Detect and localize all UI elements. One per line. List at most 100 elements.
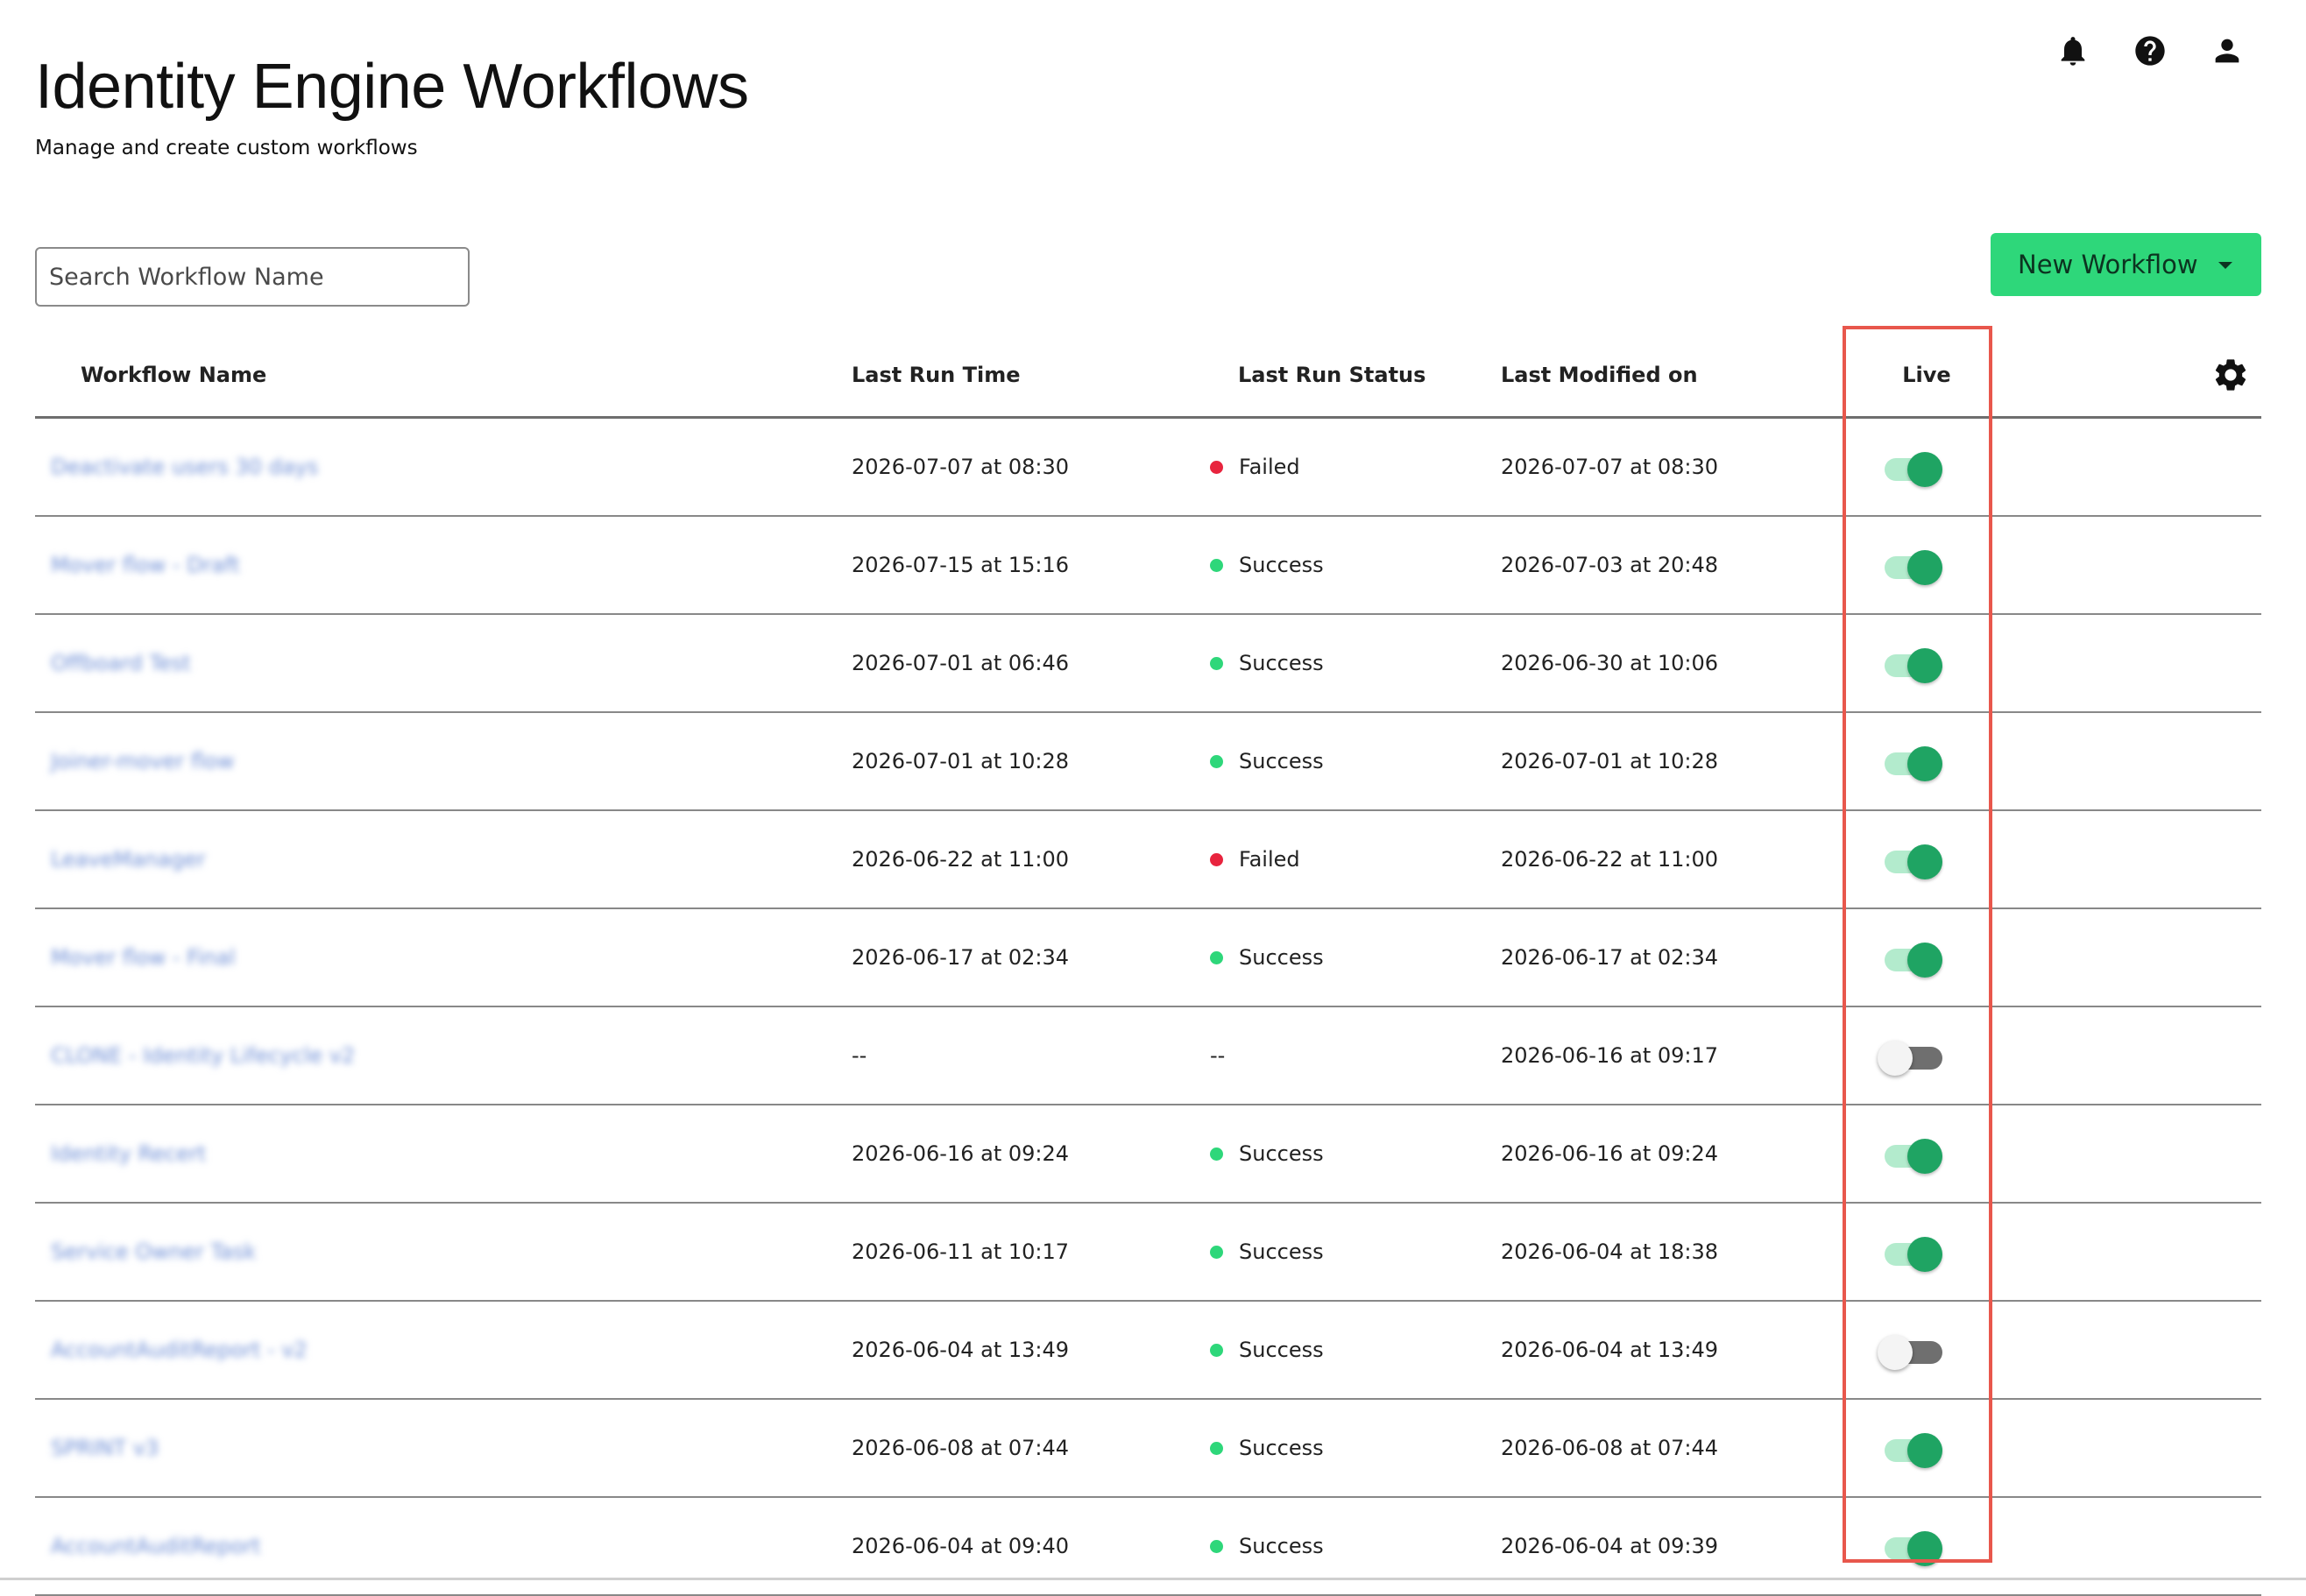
new-workflow-button[interactable]: New Workflow xyxy=(1991,233,2261,296)
last-modified: 2026-07-03 at 20:48 xyxy=(1501,553,1719,577)
last-modified: 2026-06-08 at 07:44 xyxy=(1501,1436,1719,1460)
status-label: Success xyxy=(1239,1338,1324,1362)
last-modified: 2026-06-30 at 10:06 xyxy=(1501,651,1719,675)
status-dot-icon xyxy=(1210,460,1223,474)
status-label: Success xyxy=(1239,1141,1324,1166)
workflow-name-link[interactable]: Joiner-mover flow xyxy=(51,713,234,809)
status-label: Success xyxy=(1239,553,1324,577)
toggle-knob xyxy=(1878,1041,1913,1076)
last-run-status: Success xyxy=(1210,713,1324,809)
workflow-name-link[interactable]: Service Owner Task xyxy=(51,1204,256,1300)
status-dot-icon xyxy=(1210,558,1223,572)
toggle-knob xyxy=(1907,1237,1942,1272)
workflow-name-link[interactable]: Mover flow - Draft xyxy=(51,517,240,613)
live-toggle[interactable] xyxy=(1878,1326,1948,1374)
last-modified: 2026-06-16 at 09:17 xyxy=(1501,1043,1719,1068)
live-toggle[interactable] xyxy=(1878,1522,1948,1570)
status-label: Success xyxy=(1239,651,1324,675)
last-run-time: 2026-06-04 at 13:49 xyxy=(852,1338,1070,1362)
workflow-name-link[interactable]: SPRINT v3 xyxy=(51,1400,159,1496)
table-row[interactable]: Mover flow - Final 2026-06-17 at 02:34 Suc… xyxy=(35,909,2261,1007)
toggle-knob xyxy=(1878,1335,1913,1370)
last-run-time: -- xyxy=(852,1043,867,1068)
live-toggle[interactable] xyxy=(1878,1228,1948,1275)
last-run-status: Failed xyxy=(1210,811,1300,907)
header-last-modified[interactable]: Last Modified on xyxy=(1501,335,1698,416)
last-modified: 2026-06-04 at 13:49 xyxy=(1501,1338,1719,1362)
status-label: Failed xyxy=(1239,455,1300,479)
workflow-name-link[interactable]: Identity Recert xyxy=(51,1105,206,1202)
workflow-name-link[interactable]: Mover flow - Final xyxy=(51,909,236,1006)
help-icon[interactable] xyxy=(2133,30,2168,72)
table-row[interactable]: LeaveManager 2026-06-22 at 11:00 Failed 202… xyxy=(35,811,2261,909)
last-run-time: 2026-07-01 at 10:28 xyxy=(852,749,1070,773)
table-row[interactable]: SPRINT v3 2026-06-08 at 07:44 Success 2026-… xyxy=(35,1400,2261,1498)
live-toggle[interactable] xyxy=(1878,639,1948,687)
last-run-time: 2026-06-08 at 07:44 xyxy=(852,1436,1070,1460)
table-row[interactable]: Service Owner Task 2026-06-11 at 10:17 Suc… xyxy=(35,1204,2261,1302)
workflow-name-link[interactable]: Offboard Test xyxy=(51,615,191,711)
toggle-knob xyxy=(1907,452,1942,487)
toggle-knob xyxy=(1907,746,1942,781)
table-header: Workflow Name Last Run Time Last Run Sta… xyxy=(35,335,2261,419)
header-last-run-status[interactable]: Last Run Status xyxy=(1238,335,1425,416)
workflow-name-link[interactable]: AccountAuditReport - v2 xyxy=(51,1302,308,1398)
table-row[interactable]: Mover flow - Draft 2026-07-15 at 15:16 Suc… xyxy=(35,517,2261,615)
live-toggle[interactable] xyxy=(1878,541,1948,589)
last-run-status: Success xyxy=(1210,615,1324,711)
header-last-run-time[interactable]: Last Run Time xyxy=(852,335,1021,416)
table-row[interactable]: Deactivate users 30 days 2026-07-07 at 08… xyxy=(35,419,2261,517)
page-subtitle: Manage and create custom workflows xyxy=(35,137,418,159)
status-dot-icon xyxy=(1210,1343,1223,1357)
last-run-status: Success xyxy=(1210,517,1324,613)
status-dot-icon xyxy=(1210,1147,1223,1161)
table-row[interactable]: Joiner-mover flow 2026-07-01 at 10:28 Succ… xyxy=(35,713,2261,811)
status-label: Success xyxy=(1239,1436,1324,1460)
gear-icon[interactable] xyxy=(2211,356,2250,394)
status-dot-icon xyxy=(1210,656,1223,670)
caret-down-icon xyxy=(2218,262,2232,269)
header-live[interactable]: Live xyxy=(1887,335,1966,416)
user-icon[interactable] xyxy=(2210,30,2245,72)
live-toggle[interactable] xyxy=(1878,1424,1948,1472)
last-run-time: 2026-06-22 at 11:00 xyxy=(852,847,1070,872)
live-toggle[interactable] xyxy=(1878,1032,1948,1079)
toggle-knob xyxy=(1907,550,1942,585)
status-label: Failed xyxy=(1239,847,1300,872)
table-body: Deactivate users 30 days 2026-07-07 at 08… xyxy=(35,419,2261,1596)
status-label: Success xyxy=(1239,945,1324,970)
table-row[interactable]: Identity Recert 2026-06-16 at 09:24 Succes… xyxy=(35,1105,2261,1204)
top-icon-bar xyxy=(2055,30,2245,72)
last-run-status: Success xyxy=(1210,1400,1324,1496)
status-label: Success xyxy=(1239,749,1324,773)
last-run-status: Success xyxy=(1210,1204,1324,1300)
search-input[interactable] xyxy=(35,247,470,307)
last-modified: 2026-07-01 at 10:28 xyxy=(1501,749,1719,773)
live-toggle[interactable] xyxy=(1878,836,1948,883)
live-toggle[interactable] xyxy=(1878,934,1948,981)
table-row[interactable]: Offboard Test 2026-07-01 at 06:46 Success 2… xyxy=(35,615,2261,713)
workflow-name-link[interactable]: LeaveManager xyxy=(51,811,206,907)
status-dot-icon xyxy=(1210,1245,1223,1259)
new-workflow-label: New Workflow xyxy=(2018,250,2198,279)
status-dot-icon xyxy=(1210,950,1223,964)
toggle-knob xyxy=(1907,943,1942,978)
workflow-name-link[interactable]: CLONE - Identity Lifecycle v2 xyxy=(51,1007,355,1104)
last-run-status: Success xyxy=(1210,1105,1324,1202)
toggle-knob xyxy=(1907,844,1942,879)
live-toggle[interactable] xyxy=(1878,443,1948,491)
page-title: Identity Engine Workflows xyxy=(35,52,749,122)
toggle-knob xyxy=(1907,1433,1942,1468)
last-run-time: 2026-07-01 at 06:46 xyxy=(852,651,1070,675)
live-toggle[interactable] xyxy=(1878,738,1948,785)
last-modified: 2026-06-16 at 09:24 xyxy=(1501,1141,1719,1166)
live-toggle[interactable] xyxy=(1878,1130,1948,1177)
workflow-name-link[interactable]: Deactivate users 30 days xyxy=(51,419,318,515)
last-run-time: 2026-06-16 at 09:24 xyxy=(852,1141,1070,1166)
table-row[interactable]: CLONE - Identity Lifecycle v2 -- -- 2026-06… xyxy=(35,1007,2261,1105)
header-workflow-name[interactable]: Workflow Name xyxy=(81,335,266,416)
table-row[interactable]: AccountAuditReport - v2 2026-06-04 at 13:… xyxy=(35,1302,2261,1400)
table-row[interactable]: AccountAuditReport 2026-06-04 at 09:40 Suc… xyxy=(35,1498,2261,1596)
last-run-time: 2026-07-07 at 08:30 xyxy=(852,455,1070,479)
bell-icon[interactable] xyxy=(2055,30,2090,72)
